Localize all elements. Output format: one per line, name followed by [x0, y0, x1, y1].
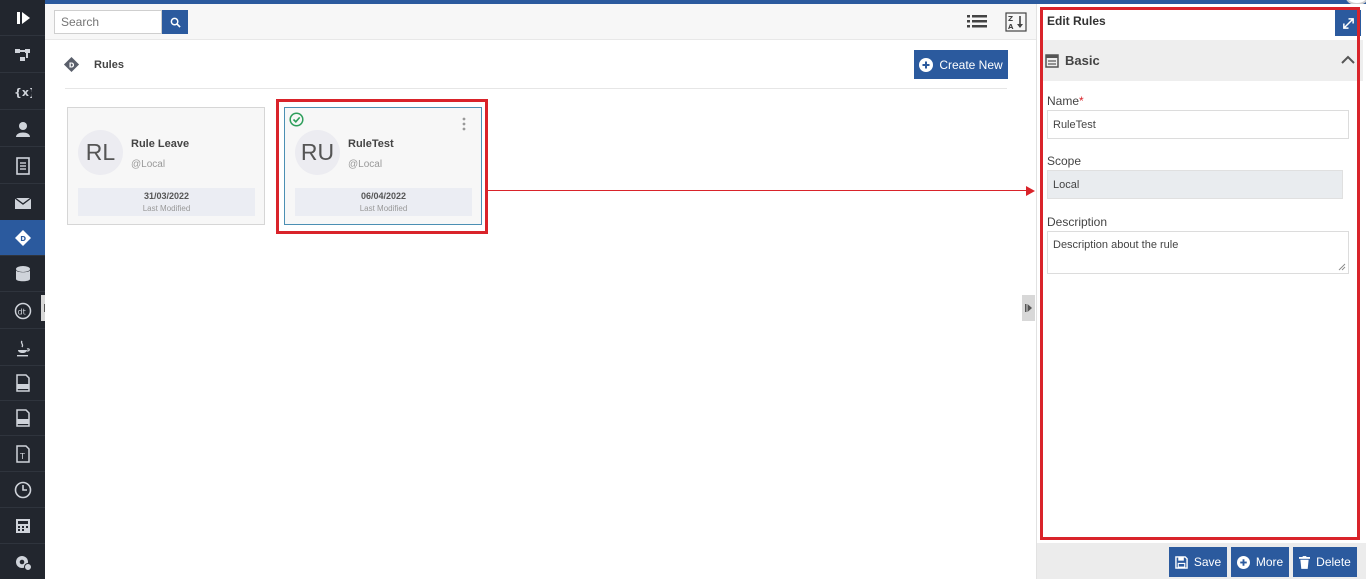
- document-icon[interactable]: [0, 148, 45, 184]
- card-name: Rule Leave: [131, 138, 190, 150]
- flow-icon[interactable]: [0, 37, 45, 73]
- svg-text:T: T: [19, 452, 25, 461]
- save-label: Save: [1193, 555, 1222, 569]
- svg-text:{x}: {x}: [14, 86, 32, 99]
- annotation-arrow-head: [1026, 186, 1035, 196]
- toolbar: ZA: [45, 4, 1036, 40]
- plus-circle-icon: [919, 57, 934, 72]
- logo-icon[interactable]: [0, 0, 45, 36]
- rule-card[interactable]: RL Rule Leave @Local 31/03/2022 Last Mod…: [67, 107, 265, 225]
- highlight-box-panel: [1040, 7, 1360, 540]
- trash-icon: [1299, 555, 1311, 569]
- highlight-box-card: [276, 99, 488, 234]
- card-date-label: Last Modified: [142, 204, 191, 213]
- list-view-icon[interactable]: [966, 12, 988, 32]
- svg-text:D: D: [69, 61, 75, 69]
- settings-icon[interactable]: [0, 544, 45, 580]
- annotation-arrow-line: [488, 190, 1026, 191]
- plus-circle-icon: [1236, 555, 1250, 569]
- svg-text:A: A: [1008, 23, 1014, 31]
- svg-text:Z: Z: [1008, 15, 1013, 23]
- page-header: D Rules Create New: [63, 50, 1008, 89]
- panel-footer: Save More Delete: [1037, 543, 1366, 579]
- search-icon: [170, 17, 181, 28]
- save-icon: [1175, 555, 1188, 569]
- java-icon[interactable]: [0, 330, 45, 366]
- calculator-icon[interactable]: [0, 508, 45, 544]
- svg-text:dt: dt: [17, 307, 25, 316]
- user-icon[interactable]: [0, 111, 45, 147]
- search-input[interactable]: [54, 10, 162, 34]
- create-new-label: Create New: [939, 57, 1003, 72]
- left-nav: {x} D dt T: [0, 0, 45, 579]
- mail-icon[interactable]: [0, 185, 45, 221]
- card-date: 31/03/2022: [143, 191, 190, 201]
- right-collapse-toggle[interactable]: [1022, 295, 1035, 321]
- delete-button[interactable]: Delete: [1293, 547, 1357, 577]
- clock-icon[interactable]: [0, 472, 45, 508]
- rules-icon[interactable]: D: [0, 220, 45, 256]
- database-icon[interactable]: [0, 256, 45, 292]
- txt-file-icon[interactable]: [0, 365, 45, 401]
- variables-icon[interactable]: {x}: [0, 74, 45, 110]
- more-label: More: [1255, 555, 1284, 569]
- main-content: ZA D Rules Create New RL Rule Leave @Loc…: [45, 4, 1036, 579]
- page-title: Rules: [94, 59, 124, 71]
- card-scope: @Local: [131, 159, 166, 170]
- avatar: RL: [78, 130, 123, 175]
- svg-text:D: D: [20, 235, 26, 243]
- delete-label: Delete: [1316, 555, 1351, 569]
- sort-za-icon[interactable]: ZA: [1005, 12, 1027, 32]
- text-template-icon[interactable]: T: [0, 436, 45, 472]
- csv-file-icon[interactable]: [0, 400, 45, 436]
- search-button[interactable]: [162, 10, 188, 34]
- save-button[interactable]: Save: [1169, 547, 1227, 577]
- create-new-button[interactable]: Create New: [914, 50, 1008, 79]
- rules-diamond-icon: D: [63, 56, 80, 73]
- dt-icon[interactable]: dt: [0, 293, 45, 329]
- card-footer: 31/03/2022 Last Modified: [78, 188, 255, 216]
- more-button[interactable]: More: [1231, 547, 1289, 577]
